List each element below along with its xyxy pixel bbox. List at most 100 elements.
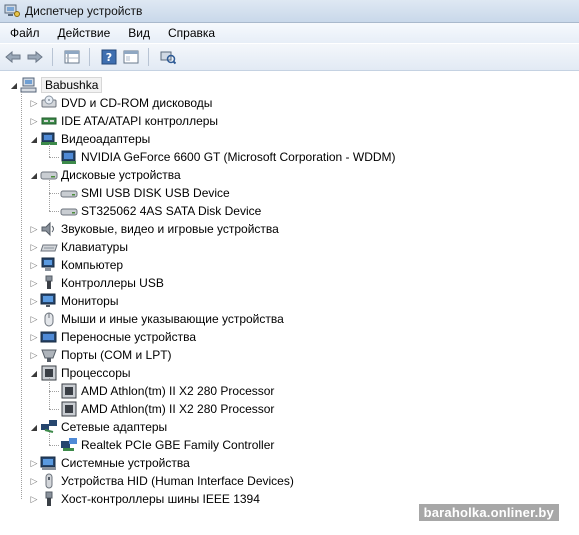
expand-arrow-icon[interactable]: ▷ xyxy=(28,274,40,292)
expand-arrow-icon[interactable]: ▷ xyxy=(28,454,40,472)
tree-category[interactable]: ▷ Мониторы xyxy=(28,292,118,310)
tree-item-label: Хост-контроллеры шины IEEE 1394 xyxy=(61,492,260,506)
mouse-icon xyxy=(40,311,58,327)
collapse-arrow-icon[interactable]: ◢ xyxy=(8,76,20,94)
tree-category[interactable]: ◢ Видеоадаптеры xyxy=(28,130,150,148)
menu-view[interactable]: Вид xyxy=(120,24,158,42)
expand-arrow-icon[interactable]: ▷ xyxy=(28,94,40,112)
tree-device-item[interactable]: NVIDIA GeForce 6600 GT (Microsoft Corpor… xyxy=(60,148,396,166)
toolbar: ? xyxy=(0,44,579,71)
expand-arrow-icon[interactable]: ▷ xyxy=(28,346,40,364)
expand-arrow-icon[interactable]: ▷ xyxy=(28,310,40,328)
expand-arrow-icon[interactable]: ▷ xyxy=(28,472,40,490)
tree-category[interactable]: ▷ Переносные устройства xyxy=(28,328,197,346)
back-icon[interactable] xyxy=(4,48,22,66)
tree-device-item[interactable]: AMD Athlon(tm) II X2 280 Processor xyxy=(60,400,274,418)
tree-device-item[interactable]: SMI USB DISK USB Device xyxy=(60,184,230,202)
ide-controller-icon xyxy=(40,113,58,129)
tree-item-label: Мыши и иные указывающие устройства xyxy=(61,312,284,326)
device-manager-icon xyxy=(4,4,20,18)
tree-item-label: Мониторы xyxy=(61,294,119,308)
dvd-drive-icon xyxy=(40,95,58,111)
collapse-arrow-icon[interactable]: ◢ xyxy=(28,130,40,148)
tree-category[interactable]: ▷ Устройства HID (Human Interface Devices… xyxy=(28,472,294,490)
tree-item-label: Порты (COM и LPT) xyxy=(61,348,172,362)
hid-icon xyxy=(40,473,58,489)
toolbar-separator xyxy=(148,48,149,66)
tree-category[interactable]: ◢ Процессоры xyxy=(28,364,131,382)
tree-item-label: Контроллеры USB xyxy=(61,276,164,290)
collapse-arrow-icon[interactable]: ◢ xyxy=(28,166,40,184)
expand-arrow-icon[interactable]: ▷ xyxy=(28,490,40,508)
expand-arrow-icon[interactable]: ▷ xyxy=(28,256,40,274)
usb-icon xyxy=(40,275,58,291)
tree-item-label: DVD и CD-ROM дисководы xyxy=(61,96,213,110)
tree-item-label: SMI USB DISK USB Device xyxy=(81,186,230,200)
tree-device-item[interactable]: AMD Athlon(tm) II X2 280 Processor xyxy=(60,382,274,400)
tree-guide-line xyxy=(49,445,59,446)
sound-icon xyxy=(40,221,58,237)
disk-device-icon xyxy=(60,185,78,201)
menu-help[interactable]: Справка xyxy=(160,24,223,42)
window-title: Диспетчер устройств xyxy=(25,4,143,18)
computer-icon xyxy=(40,257,58,273)
menu-action[interactable]: Действие xyxy=(50,24,119,42)
tree-item-label: Переносные устройства xyxy=(61,330,197,344)
expand-arrow-icon[interactable]: ▷ xyxy=(28,238,40,256)
expand-arrow-icon[interactable]: ▷ xyxy=(28,292,40,310)
title-bar: Диспетчер устройств xyxy=(0,0,579,23)
tree-category[interactable]: ▷ IDE ATA/ATAPI контроллеры xyxy=(28,112,219,130)
tree-device-item[interactable]: Realtek PCIe GBE Family Controller xyxy=(60,436,274,454)
tree-item-label: AMD Athlon(tm) II X2 280 Processor xyxy=(81,384,275,398)
expand-arrow-icon[interactable]: ▷ xyxy=(28,112,40,130)
tree-category[interactable]: ▷ Системные устройства xyxy=(28,454,190,472)
forward-icon[interactable] xyxy=(26,48,44,66)
nic-device-icon xyxy=(60,437,78,453)
console-tree-icon[interactable] xyxy=(122,48,140,66)
tree-guide-line xyxy=(49,409,59,410)
tree-item-label: Устройства HID (Human Interface Devices) xyxy=(61,474,294,488)
keyboard-icon xyxy=(40,239,58,255)
help-icon[interactable]: ? xyxy=(100,48,118,66)
tree-root-node[interactable]: ◢ Babushka xyxy=(8,76,103,94)
tree-category[interactable]: ◢ Дисковые устройства xyxy=(28,166,181,184)
tree-device-item[interactable]: ST325062 4AS SATA Disk Device xyxy=(60,202,261,220)
tree-category[interactable]: ▷ Мыши и иные указывающие устройства xyxy=(28,310,284,328)
tree-guide-line xyxy=(49,180,50,211)
port-icon xyxy=(40,347,58,363)
tree-category[interactable]: ▷ DVD и CD-ROM дисководы xyxy=(28,94,212,112)
properties-grid-icon[interactable] xyxy=(63,48,81,66)
tree-category[interactable]: ▷ Хост-контроллеры шины IEEE 1394 xyxy=(28,490,260,508)
system-device-icon xyxy=(40,455,58,471)
tree-category[interactable]: ▷ Клавиатуры xyxy=(28,238,128,256)
watermark: baraholka.onliner.by xyxy=(418,504,559,521)
tree-guide-line xyxy=(49,391,59,392)
tree-guide-line xyxy=(21,92,22,499)
tree-guide-line xyxy=(49,432,50,445)
tree-category[interactable]: ▷ Контроллеры USB xyxy=(28,274,164,292)
menu-file[interactable]: Файл xyxy=(2,24,48,42)
tree-guide-line xyxy=(49,157,59,158)
tree-item-label: IDE ATA/ATAPI контроллеры xyxy=(61,114,219,128)
collapse-arrow-icon[interactable]: ◢ xyxy=(28,364,40,382)
tree-category[interactable]: ▷ Звуковые, видео и игровые устройства xyxy=(28,220,279,238)
device-tree-pane: ◢ Babushka ▷ DVD и CD-ROM дисководы ▷ IDE ATA… xyxy=(0,71,579,535)
tree-guide-line xyxy=(49,211,59,212)
portable-device-icon xyxy=(40,329,58,345)
menu-bar: Файл Действие Вид Справка xyxy=(0,23,579,43)
tree-item-label: Дисковые устройства xyxy=(61,168,181,182)
tree-item-label: AMD Athlon(tm) II X2 280 Processor xyxy=(81,402,275,416)
expand-arrow-icon[interactable]: ▷ xyxy=(28,328,40,346)
cpu-device-icon xyxy=(60,401,78,417)
tree-category[interactable]: ▷ Порты (COM и LPT) xyxy=(28,346,172,364)
scan-hardware-icon[interactable] xyxy=(159,48,177,66)
expand-arrow-icon[interactable]: ▷ xyxy=(28,220,40,238)
tree-item-label: Realtek PCIe GBE Family Controller xyxy=(81,438,275,452)
tree-guide-line xyxy=(49,193,59,194)
tree-guide-line xyxy=(49,378,50,409)
collapse-arrow-icon[interactable]: ◢ xyxy=(28,418,40,436)
tree-category[interactable]: ▷ Компьютер xyxy=(28,256,123,274)
computer-root-icon xyxy=(20,77,38,93)
toolbar-separator xyxy=(52,48,53,66)
tree-item-label: NVIDIA GeForce 6600 GT (Microsoft Corpor… xyxy=(81,150,396,164)
